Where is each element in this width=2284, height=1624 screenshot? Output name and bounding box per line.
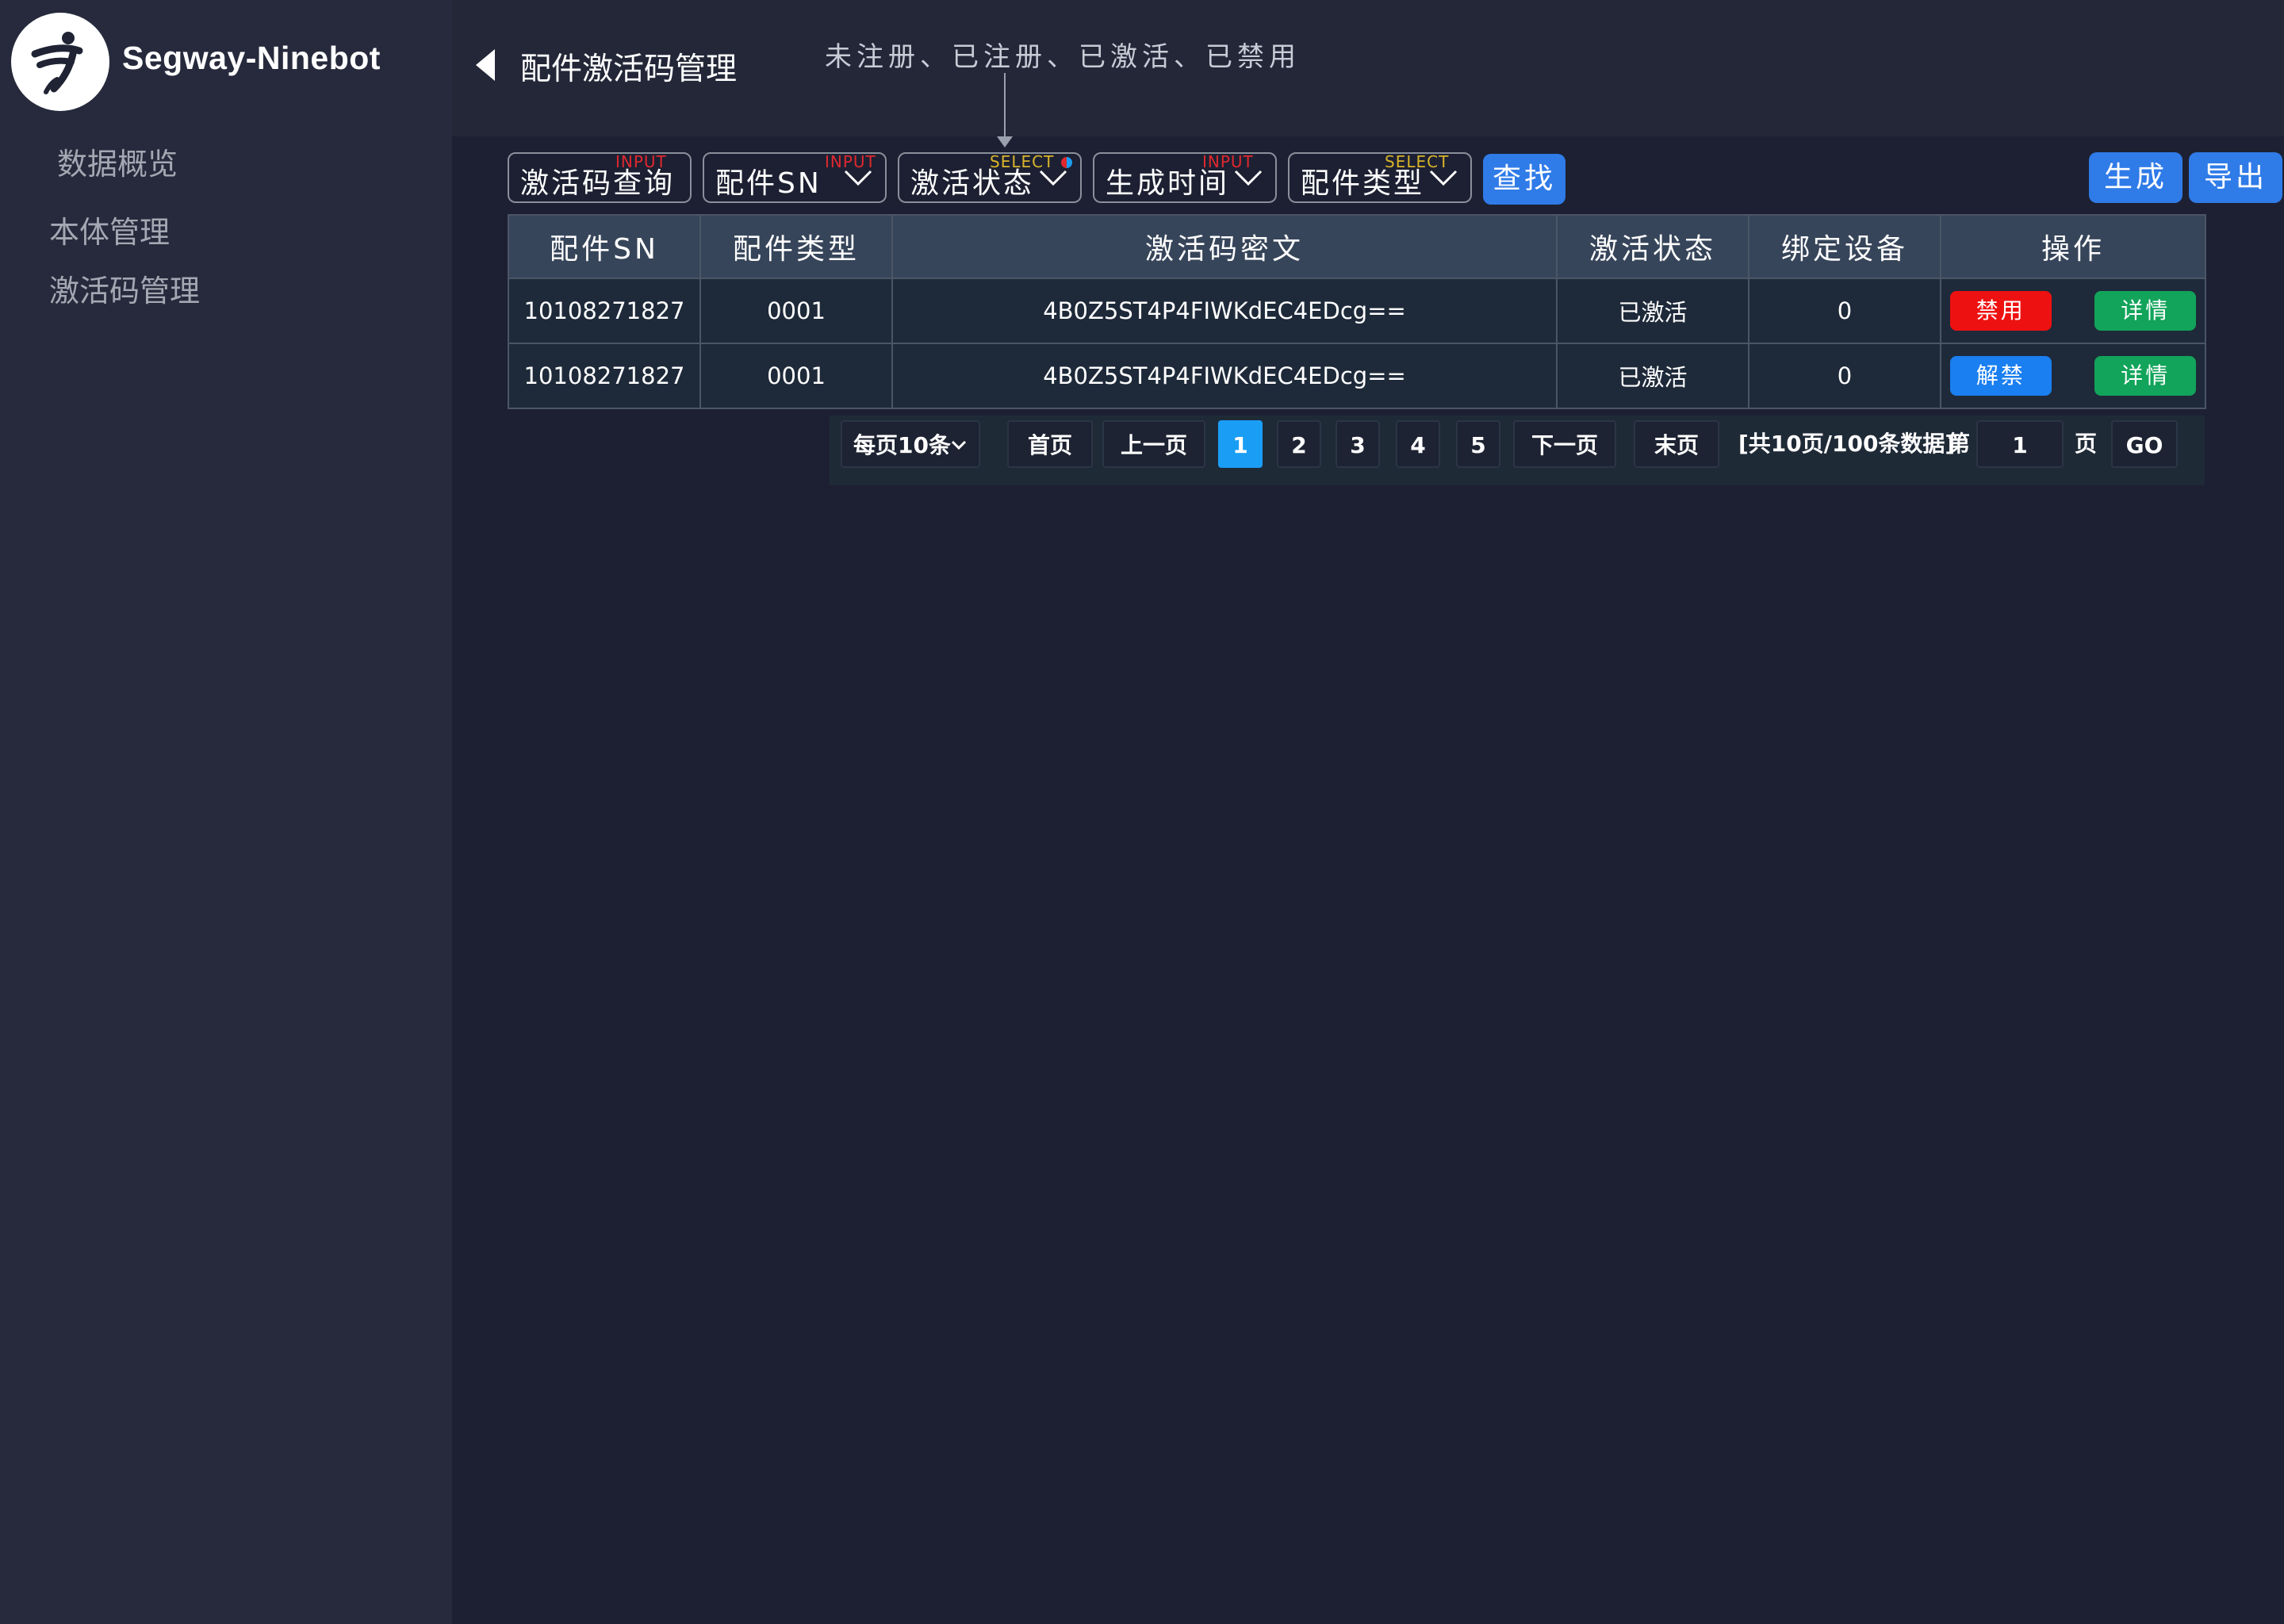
sidebar-item-device-management[interactable]: 本体管理	[49, 208, 170, 251]
cell-part-type: 0001	[699, 343, 893, 409]
annotation-pointer-line	[1004, 73, 1006, 138]
status-annotation: 未注册、已注册、已激活、已禁用	[825, 41, 1301, 73]
filter-label: 配件SN	[715, 167, 822, 200]
column-header-bound-device[interactable]: 绑定设备	[1748, 214, 1941, 279]
cell-cipher: 4B0Z5ST4P4FIWKdEC4EDcg==	[891, 343, 1558, 409]
back-arrow-icon[interactable]	[476, 49, 495, 81]
generate-button[interactable]: 生成	[2089, 152, 2182, 203]
chevron-down-icon	[1429, 170, 1458, 186]
table-row: 10108271827 0001 4B0Z5ST4P4FIWKdEC4EDcg=…	[508, 343, 2206, 409]
prev-page-button[interactable]: 上一页	[1102, 420, 1205, 468]
cell-cipher: 4B0Z5ST4P4FIWKdEC4EDcg==	[891, 278, 1558, 344]
column-header-part-type[interactable]: 配件类型	[699, 214, 893, 279]
next-page-button[interactable]: 下一页	[1513, 420, 1616, 468]
disable-button[interactable]: 禁用	[1949, 291, 2052, 331]
first-page-button[interactable]: 首页	[1007, 420, 1093, 468]
goto-prefix-label: 第	[1948, 431, 1971, 457]
indicator-dot-icon	[1061, 157, 1072, 168]
page-1-button[interactable]: 1	[1218, 420, 1263, 468]
last-page-button[interactable]: 末页	[1634, 420, 1719, 468]
page-3-button[interactable]: 3	[1336, 420, 1380, 468]
details-button[interactable]: 详情	[2094, 356, 2197, 396]
scooter-rider-icon	[31, 32, 83, 94]
activation-code-table: 配件SN 配件类型 激活码密文 激活状态 绑定设备 操作 10108271827…	[508, 214, 2206, 409]
goto-page-input[interactable]: 1	[1976, 420, 2064, 468]
details-button[interactable]: 详情	[2094, 291, 2197, 331]
chevron-down-icon	[1234, 170, 1263, 186]
column-header-cipher[interactable]: 激活码密文	[891, 214, 1558, 279]
annotation-arrow-icon	[997, 136, 1013, 147]
export-button[interactable]: 导出	[2189, 152, 2282, 203]
filter-type-tag: INPUT	[615, 152, 667, 171]
activation-code-search-input[interactable]: 激活码查询 INPUT	[508, 152, 692, 203]
pagination: 每页10条 首页 上一页 1 2 3 4 5 下一页 末页 [共10页/100条…	[830, 416, 2205, 485]
column-header-part-sn[interactable]: 配件SN	[508, 214, 701, 279]
goto-suffix-label: 页	[2075, 431, 2098, 457]
cell-bound-device: 0	[1748, 278, 1941, 344]
per-page-select[interactable]: 每页10条	[841, 420, 980, 468]
chevron-down-icon	[951, 440, 967, 450]
part-sn-filter[interactable]: 配件SN INPUT	[703, 152, 887, 203]
part-type-select[interactable]: 配件类型 SELECT	[1288, 152, 1472, 203]
page-5-button[interactable]: 5	[1456, 420, 1500, 468]
column-header-status[interactable]: 激活状态	[1556, 214, 1749, 279]
cell-status: 已激活	[1556, 278, 1749, 344]
sidebar-item-activation-code-management[interactable]: 激活码管理	[49, 266, 200, 310]
go-button[interactable]: GO	[2111, 420, 2178, 468]
brand-logo[interactable]	[11, 13, 109, 111]
cell-bound-device: 0	[1748, 343, 1941, 409]
cell-part-type: 0001	[699, 278, 893, 344]
page-4-button[interactable]: 4	[1396, 420, 1440, 468]
table-row: 10108271827 0001 4B0Z5ST4P4FIWKdEC4EDcg=…	[508, 278, 2206, 344]
cell-status: 已激活	[1556, 343, 1749, 409]
per-page-label: 每页10条	[853, 432, 951, 458]
cell-actions: 解禁 详情	[1940, 343, 2206, 409]
activation-status-select[interactable]: 激活状态 SELECT	[898, 152, 1082, 203]
search-button[interactable]: 查找	[1483, 154, 1565, 205]
cell-actions: 禁用 详情	[1940, 278, 2206, 344]
column-header-actions: 操作	[1940, 214, 2206, 279]
chevron-down-icon	[1039, 170, 1067, 186]
chevron-down-icon	[844, 170, 872, 186]
enable-button[interactable]: 解禁	[1949, 356, 2052, 396]
sidebar-item-data-overview[interactable]: 数据概览	[57, 140, 178, 183]
cell-part-sn: 10108271827	[508, 278, 701, 344]
table-header-row: 配件SN 配件类型 激活码密文 激活状态 绑定设备 操作	[508, 214, 2206, 279]
cell-part-sn: 10108271827	[508, 343, 701, 409]
page-2-button[interactable]: 2	[1277, 420, 1321, 468]
brand-name: Segway-Ninebot	[122, 40, 381, 76]
pagination-summary: [共10页/100条数据]	[1738, 431, 1956, 457]
page-title: 配件激活码管理	[520, 52, 738, 87]
generation-time-filter[interactable]: 生成时间 INPUT	[1093, 152, 1277, 203]
